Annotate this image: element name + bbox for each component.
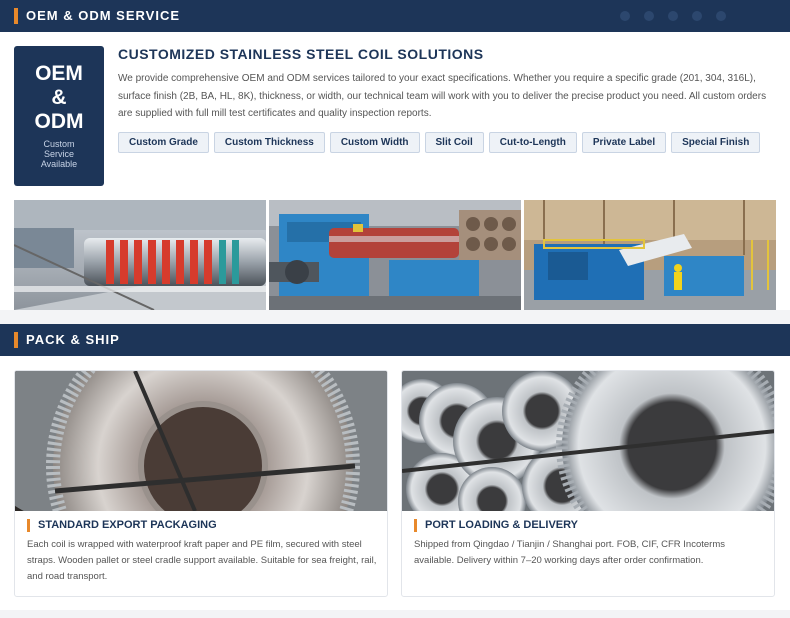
- delivery-card: PORT LOADING & DELIVERY Shipped from Qin…: [401, 370, 775, 597]
- wrapped-coil-photo: [15, 371, 387, 511]
- stacked-coils-photo: [402, 371, 774, 511]
- pack-panel: STANDARD EXPORT PACKAGING Each coil is w…: [0, 356, 790, 610]
- badge-line-3: ODM: [34, 110, 84, 133]
- delivery-card-text: Shipped from Qingdao / Tianjin / Shangha…: [414, 539, 725, 566]
- delivery-card-title: PORT LOADING & DELIVERY: [414, 519, 578, 532]
- oem-odm-badge: OEM & ODM Custom Service Available: [14, 46, 104, 186]
- tag-slit-coil[interactable]: Slit Coil: [424, 132, 484, 153]
- service-tags: Custom Grade Custom Thickness Custom Wid…: [118, 132, 761, 153]
- section-accent-bar: [14, 8, 18, 24]
- oem-heading: CUSTOMIZED STAINLESS STEEL COIL SOLUTION…: [118, 46, 484, 62]
- oem-description: We provide comprehensive OEM and ODM ser…: [118, 73, 767, 119]
- header-decoration: [620, 11, 726, 21]
- coil-slitting-line-photo: [14, 200, 266, 310]
- tag-private-label[interactable]: Private Label: [581, 132, 667, 153]
- badge-sub-1: Custom: [43, 139, 75, 149]
- packaging-card: STANDARD EXPORT PACKAGING Each coil is w…: [14, 370, 388, 597]
- packaging-card-title: STANDARD EXPORT PACKAGING: [27, 519, 217, 532]
- oem-section-title: OEM & ODM SERVICE: [26, 8, 181, 23]
- tag-cut-to-length[interactable]: Cut-to-Length: [488, 132, 577, 153]
- tag-special-finish[interactable]: Special Finish: [671, 132, 761, 153]
- tag-custom-thickness[interactable]: Custom Thickness: [213, 132, 325, 153]
- tag-custom-width[interactable]: Custom Width: [329, 132, 420, 153]
- pack-section-header: PACK & SHIP: [0, 324, 790, 356]
- badge-sub-3: Available: [40, 159, 78, 169]
- badge-sub-2: Service: [43, 149, 74, 159]
- blue-slitting-machine-photo: [269, 200, 521, 310]
- badge-line-2: &: [51, 86, 67, 109]
- badge-line-1: OEM: [35, 62, 83, 85]
- factory-processing-line-photo: [524, 200, 776, 310]
- section-accent-bar: [14, 332, 18, 348]
- tag-custom-grade[interactable]: Custom Grade: [118, 132, 209, 153]
- factory-gallery: [14, 200, 776, 310]
- oem-panel: OEM & ODM Custom Service Available CUSTO…: [0, 32, 790, 310]
- packaging-card-text: Each coil is wrapped with waterproof kra…: [27, 539, 377, 582]
- pack-section-title: PACK & SHIP: [26, 332, 120, 347]
- oem-section-header: OEM & ODM SERVICE: [0, 0, 790, 32]
